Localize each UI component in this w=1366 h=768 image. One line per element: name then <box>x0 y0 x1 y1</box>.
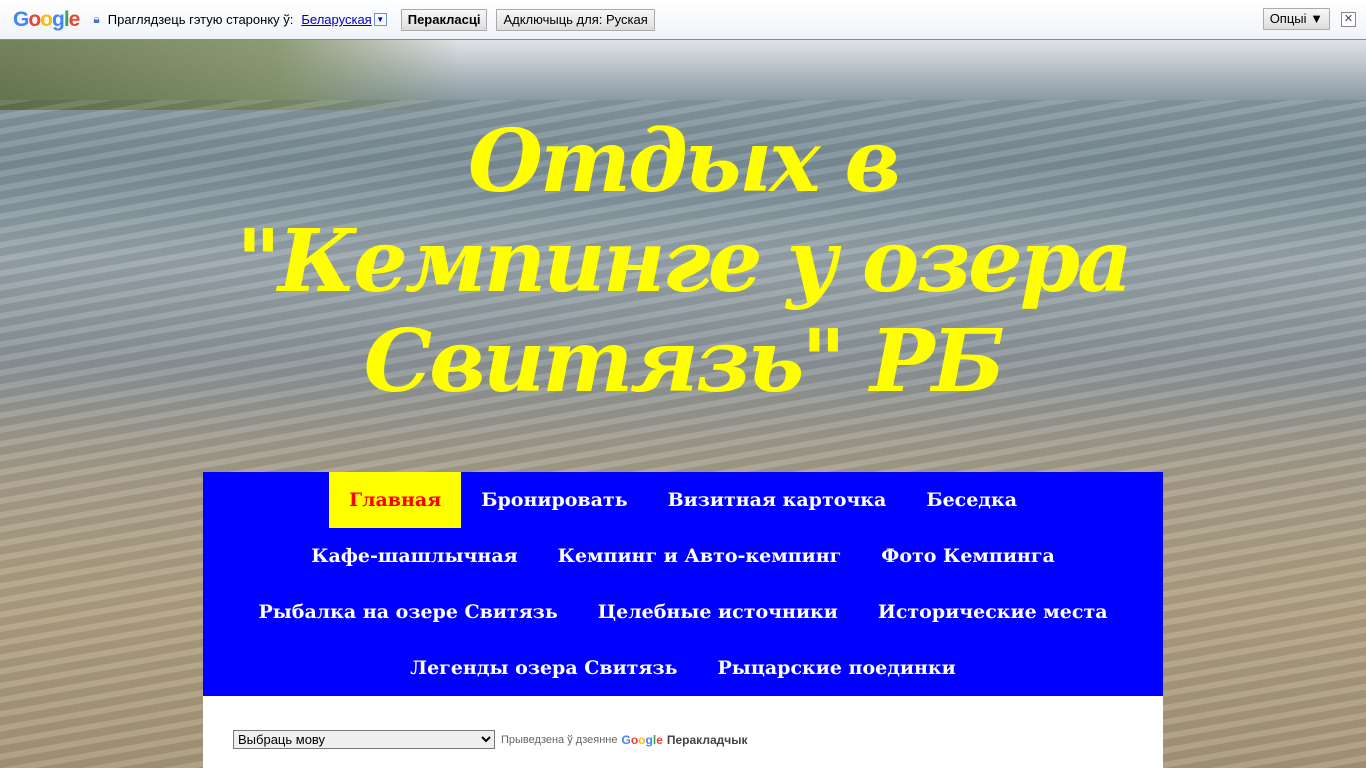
nav-item-business-card[interactable]: Визитная карточка <box>648 472 907 528</box>
nav-item-home[interactable]: Главная <box>328 472 462 528</box>
nav-item-booking[interactable]: Бронировать <box>461 472 647 528</box>
disable-translation-button[interactable]: Адключыць для: Руская <box>496 8 655 31</box>
nav-item-legends[interactable]: Легенды озера Свитязь <box>390 640 697 696</box>
nav-item-cafe[interactable]: Кафе-шашлычная <box>291 528 537 584</box>
language-dropdown-icon[interactable]: ▼ <box>373 13 387 26</box>
nav-item-gazebo[interactable]: Беседка <box>906 472 1037 528</box>
content-area: Выбраць мову Прыведзена ў дзеянне Google… <box>203 696 1163 768</box>
translator-link[interactable]: Перакладчык <box>667 733 748 747</box>
nav-item-historic-places[interactable]: Исторические места <box>858 584 1128 640</box>
powered-by-text: Прыведзена ў дзеянне <box>501 733 618 746</box>
translate-widget: Выбраць мову Прыведзена ў дзеянне Google… <box>233 730 747 749</box>
nav-item-springs[interactable]: Целебные источники <box>578 584 858 640</box>
nav-item-fishing[interactable]: Рыбалка на озере Свитязь <box>238 584 577 640</box>
translate-prompt: Праглядзець гэтую старонку ў: <box>107 12 294 27</box>
options-button[interactable]: Опцыі ▼ <box>1262 8 1330 30</box>
title-line: Отдых в <box>468 111 901 212</box>
site-title: Отдых в "Кемпинге у озера Свитязь" РБ <box>203 112 1163 412</box>
nav-item-camping[interactable]: Кемпинг и Авто-кемпинг <box>538 528 862 584</box>
google-logo: Google <box>13 7 80 31</box>
translate-button[interactable]: Перакласці <box>400 8 488 31</box>
google-translate-bar: Google 🔒︎ Праглядзець гэтую старонку ў: … <box>0 0 1366 40</box>
close-icon[interactable]: ✕ <box>1341 12 1356 27</box>
nav-item-knights[interactable]: Рыцарские поединки <box>698 640 976 696</box>
lock-icon: 🔒︎ <box>93 12 100 26</box>
title-line: "Кемпинге у озера <box>236 211 1133 312</box>
main-navigation: Главная Бронировать Визитная карточка Бе… <box>203 472 1163 696</box>
language-select[interactable]: Выбраць мову <box>233 730 495 749</box>
google-logo-small: Google <box>621 732 663 747</box>
nav-item-photos[interactable]: Фото Кемпинга <box>861 528 1075 584</box>
language-link[interactable]: Беларуская <box>301 12 371 27</box>
title-line: Свитязь" РБ <box>363 311 1005 412</box>
